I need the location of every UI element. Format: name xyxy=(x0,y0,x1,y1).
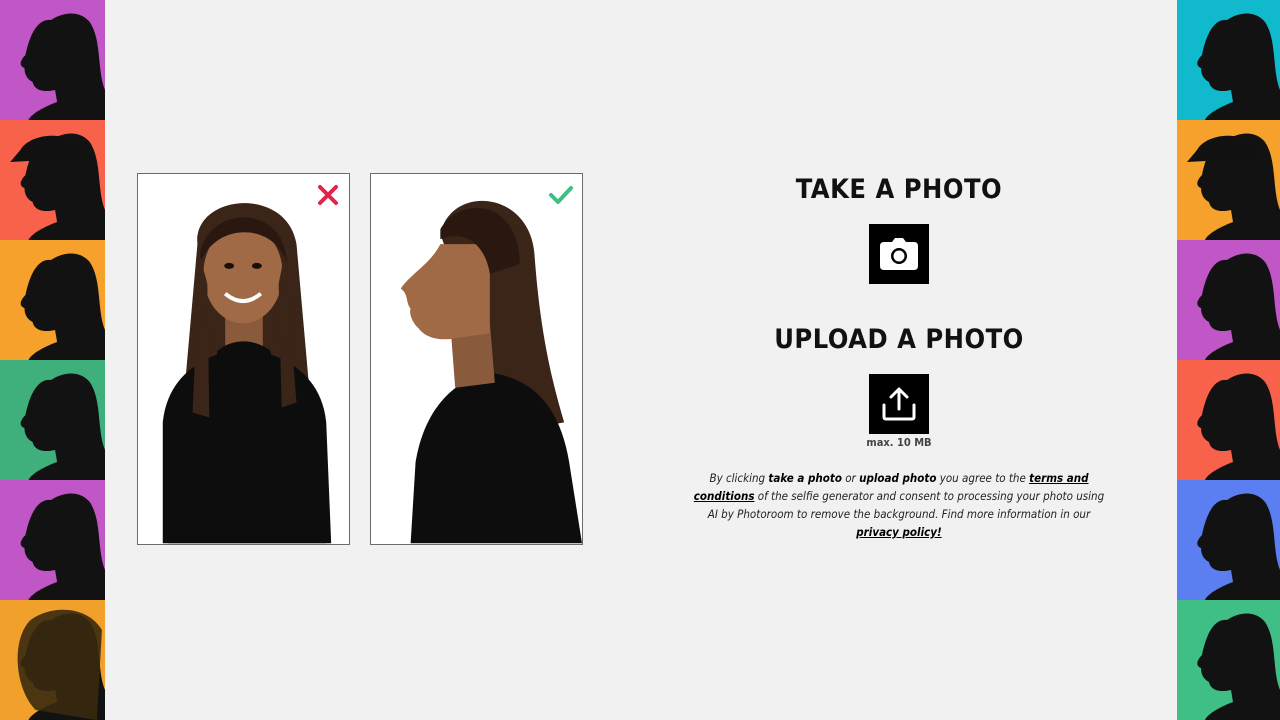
upload-photo-heading: UPLOAD A PHOTO xyxy=(774,324,1024,355)
profile-silhouette-icon xyxy=(1177,360,1280,480)
frontal-portrait-image xyxy=(162,203,332,544)
upload-icon xyxy=(882,387,916,421)
max-file-size-label: max. 10 MB xyxy=(866,436,932,449)
right-silhouette-strip xyxy=(1177,0,1280,720)
camera-icon xyxy=(880,238,918,270)
left-silhouette-strip xyxy=(0,0,105,720)
take-photo-heading: TAKE A PHOTO xyxy=(795,174,1003,205)
upload-photo-emphasis: upload photo xyxy=(859,471,937,485)
profile-silhouette-curly-icon xyxy=(0,600,105,720)
privacy-policy-link[interactable]: privacy policy! xyxy=(856,525,941,539)
profile-silhouette-cap-icon xyxy=(1177,120,1280,240)
profile-silhouette-icon xyxy=(0,240,105,360)
profile-silhouette-icon xyxy=(1177,480,1280,600)
take-photo-emphasis: take a photo xyxy=(768,471,842,485)
photo-actions: TAKE A PHOTO UPLOAD A PHOTO max. 10 MB B… xyxy=(690,170,1108,541)
consent-text: By clicking take a photo or upload photo… xyxy=(693,471,1105,539)
profile-silhouette-icon xyxy=(1177,600,1280,720)
good-example-card xyxy=(370,173,583,545)
profile-portrait-image xyxy=(400,200,582,544)
profile-silhouette-icon xyxy=(0,480,105,600)
profile-silhouette-cap-icon xyxy=(0,120,105,240)
x-mark-icon xyxy=(318,185,338,205)
profile-silhouette-icon xyxy=(0,0,105,120)
profile-silhouette-icon xyxy=(1177,0,1280,120)
upload-photo-button[interactable] xyxy=(869,374,929,434)
photo-examples xyxy=(137,173,583,545)
check-mark-icon xyxy=(549,186,573,204)
take-photo-button[interactable] xyxy=(869,224,929,284)
bad-example-card xyxy=(137,173,350,545)
profile-silhouette-icon xyxy=(1177,240,1280,360)
profile-silhouette-icon xyxy=(0,360,105,480)
